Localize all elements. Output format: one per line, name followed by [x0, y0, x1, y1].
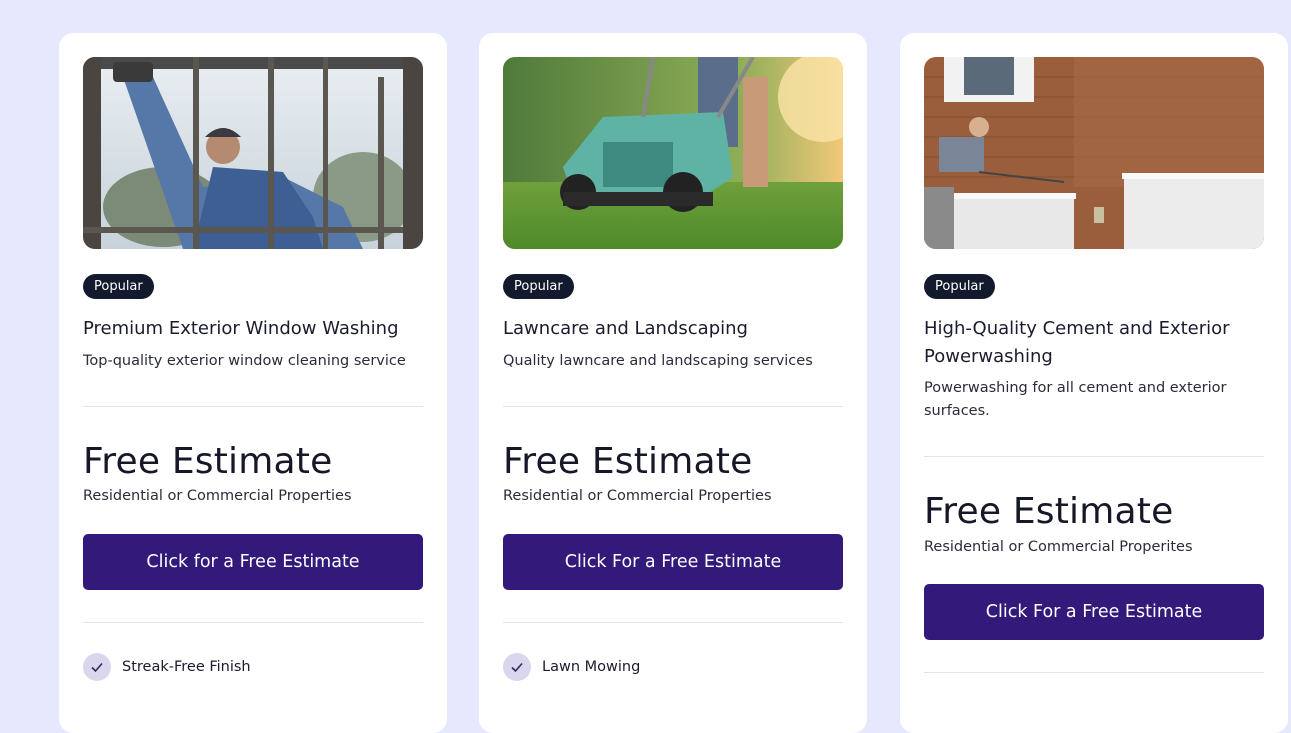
free-estimate-button[interactable]: Click For a Free Estimate [924, 584, 1264, 640]
price-subtext: Residential or Commercial Properites [924, 539, 1193, 555]
divider [83, 406, 423, 407]
feature-item: Lawn Mowing [503, 653, 640, 681]
service-card-window-washing: Popular Premium Exterior Window Washing … [59, 33, 447, 733]
popular-badge: Popular [503, 274, 574, 299]
divider [924, 456, 1264, 457]
price-subtext: Residential or Commercial Properties [83, 488, 352, 504]
divider [83, 622, 423, 623]
service-card-lawncare: Popular Lawncare and Landscaping Quality… [479, 33, 867, 733]
service-title: Premium Exterior Window Washing [83, 318, 399, 339]
service-description: Top-quality exterior window cleaning ser… [83, 353, 406, 369]
free-estimate-button[interactable]: Click For a Free Estimate [503, 534, 843, 590]
check-icon [503, 653, 531, 681]
powerwashing-photo [924, 57, 1264, 249]
price-subtext: Residential or Commercial Properties [503, 488, 772, 504]
free-estimate-button[interactable]: Click for a Free Estimate [83, 534, 423, 590]
price-label: Free Estimate [503, 441, 753, 482]
window-washing-photo [83, 57, 423, 249]
check-icon [83, 653, 111, 681]
popular-badge: Popular [924, 274, 995, 299]
service-title: High-Quality Cement and Exterior Powerwa… [924, 318, 1230, 367]
divider [503, 406, 843, 407]
service-card-powerwashing: Popular High-Quality Cement and Exterior… [900, 33, 1288, 733]
popular-badge: Popular [83, 274, 154, 299]
service-title: Lawncare and Landscaping [503, 318, 748, 339]
lawn-mower-photo [503, 57, 843, 249]
price-label: Free Estimate [924, 491, 1174, 532]
divider [503, 622, 843, 623]
feature-item: Streak-Free Finish [83, 653, 251, 681]
service-description: Quality lawncare and landscaping service… [503, 353, 813, 369]
service-description: Powerwashing for all cement and exterior… [924, 380, 1227, 419]
price-label: Free Estimate [83, 441, 333, 482]
